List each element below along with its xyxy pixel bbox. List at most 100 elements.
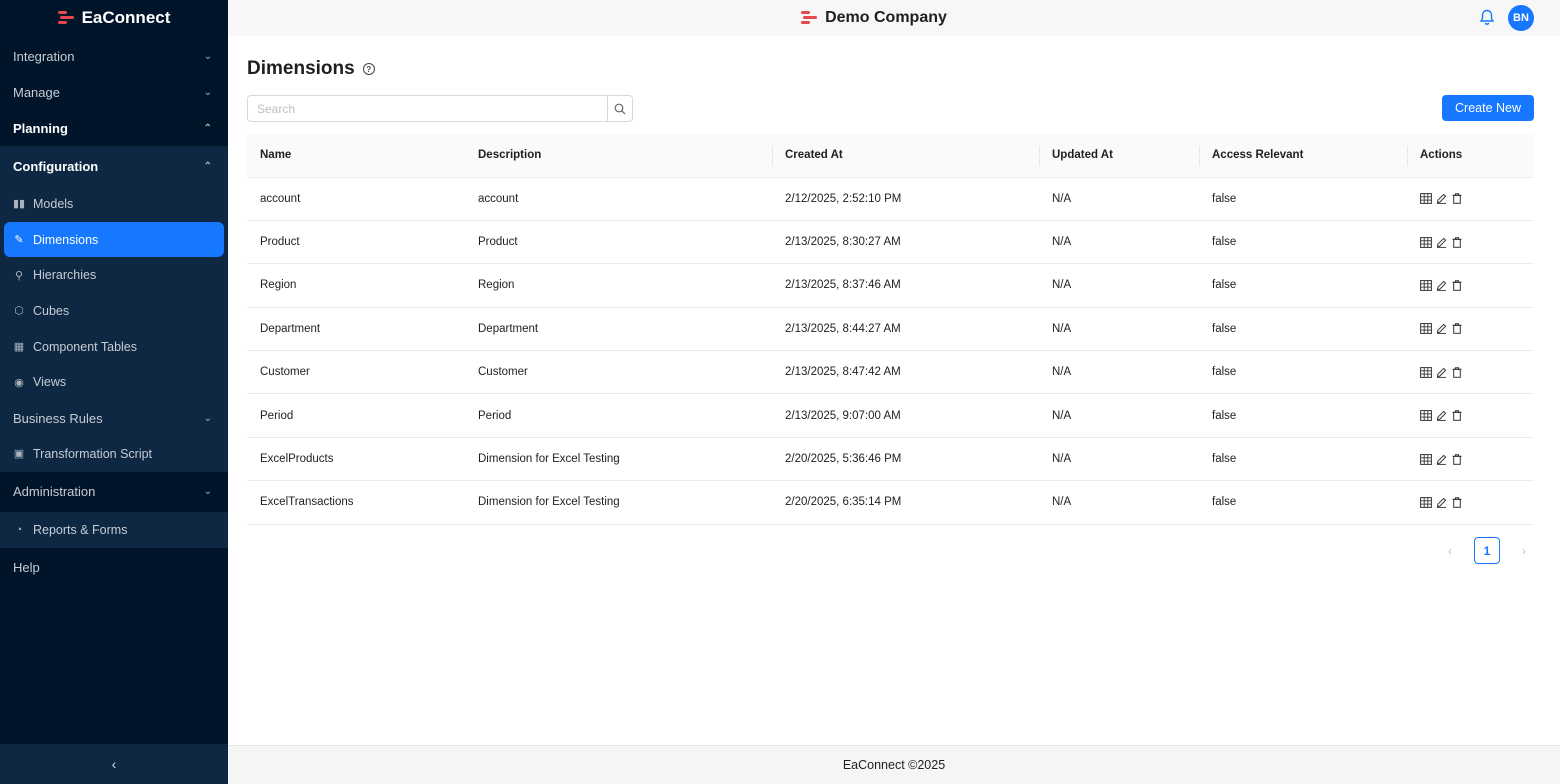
- delete-icon[interactable]: [1452, 367, 1463, 378]
- view-table-icon[interactable]: [1420, 280, 1432, 291]
- view-table-icon[interactable]: [1420, 323, 1432, 335]
- cell-access-relevant: false: [1199, 350, 1407, 395]
- avatar[interactable]: BN: [1508, 5, 1534, 31]
- table-row: Department Department 2/13/2025, 8:44:27 A…: [247, 307, 1534, 352]
- table-row: Customer Customer 2/13/2025, 8:47:42 AM N/A…: [247, 350, 1534, 395]
- view-table-icon[interactable]: [1420, 366, 1432, 378]
- table-row: ExcelTransactions Dimension for Excel Tes…: [247, 480, 1534, 525]
- cell-updated-at: N/A: [1039, 393, 1199, 438]
- menu-business-rules[interactable]: Business Rules ⌄: [0, 400, 228, 436]
- cell-access-relevant: false: [1199, 263, 1407, 308]
- cell-description: Period: [465, 393, 772, 438]
- view-table-icon[interactable]: [1420, 236, 1432, 248]
- edit-icon[interactable]: [1436, 193, 1447, 205]
- menu-configuration[interactable]: Configuration ⌃: [0, 146, 228, 186]
- sidebar-item-views[interactable]: ◉ Views: [0, 364, 228, 400]
- column-header-created-at: Created At: [772, 134, 1039, 178]
- sidebar-item-cubes[interactable]: ⬡ Cubes: [0, 293, 228, 329]
- delete-icon[interactable]: [1452, 323, 1463, 335]
- sidebar-item-dimensions[interactable]: ✎ Dimensions: [4, 221, 224, 258]
- view-table-icon[interactable]: [1420, 497, 1432, 508]
- menu-integration[interactable]: Integration ⌄: [0, 38, 228, 74]
- collapse-sidebar-button[interactable]: ‹: [0, 744, 228, 784]
- cell-access-relevant: false: [1199, 220, 1407, 265]
- view-table-icon[interactable]: [1420, 193, 1432, 205]
- chevron-down-icon: ⌄: [203, 86, 212, 98]
- cell-created-at: 2/20/2025, 6:35:14 PM: [772, 480, 1039, 525]
- table-row: ExcelProducts Dimension for Excel Testing…: [247, 437, 1534, 482]
- bell-icon[interactable]: [1478, 9, 1496, 27]
- sidebar-item-models[interactable]: ▮▮ Models: [0, 186, 228, 222]
- cell-access-relevant: false: [1199, 437, 1407, 482]
- cell-description: Dimension for Excel Testing: [465, 480, 772, 525]
- table-row: Product Product 2/13/2025, 8:30:27 AM N/A fa…: [247, 220, 1534, 265]
- cell-created-at: 2/13/2025, 8:47:42 AM: [772, 350, 1039, 395]
- company-logo-icon: [801, 10, 818, 26]
- edit-icon[interactable]: [1436, 237, 1447, 248]
- delete-icon[interactable]: [1452, 193, 1463, 204]
- delete-icon[interactable]: [1452, 236, 1463, 248]
- cell-description: Region: [465, 263, 772, 308]
- eye-icon: ◉: [14, 376, 24, 389]
- eaconnect-logo-icon: [57, 10, 74, 26]
- menu-administration[interactable]: Administration ⌄: [0, 472, 228, 512]
- next-page-button[interactable]: ›: [1514, 544, 1534, 558]
- cell-name: Department: [247, 307, 465, 352]
- search-button[interactable]: [607, 95, 633, 122]
- prev-page-button[interactable]: ‹: [1440, 544, 1460, 558]
- company-switcher[interactable]: Demo Company: [801, 9, 947, 27]
- create-new-button[interactable]: Create New: [1442, 95, 1534, 121]
- cell-created-at: 2/12/2025, 2:52:10 PM: [772, 177, 1039, 221]
- sidebar-item-label: Dimensions: [33, 232, 99, 247]
- sidebar-item-label: Models: [33, 196, 74, 211]
- cell-description: Department: [465, 307, 772, 352]
- sidebar-menu: Integration ⌄ Manage ⌄ Planning ⌃ Config…: [0, 36, 228, 588]
- table-icon: ▦: [13, 341, 25, 354]
- dimensions-table: Name Description Created At Updated At A…: [247, 134, 1534, 525]
- cell-updated-at: N/A: [1039, 437, 1199, 482]
- brand[interactable]: EaConnect: [0, 0, 228, 36]
- cell-name: ExcelTransactions: [247, 480, 465, 525]
- delete-icon[interactable]: [1452, 453, 1463, 465]
- page-number-current[interactable]: 1: [1474, 537, 1500, 564]
- edit-icon[interactable]: [1436, 410, 1447, 421]
- edit-icon[interactable]: [1436, 367, 1447, 378]
- sidebar-item-hierarchies[interactable]: ⚲ Hierarchies: [0, 257, 228, 293]
- question-circle-icon[interactable]: ?: [362, 63, 375, 75]
- pie-chart-icon: ◔: [15, 523, 23, 536]
- cell-description: Product: [465, 220, 772, 265]
- view-table-icon[interactable]: [1420, 453, 1432, 465]
- table-header-row: Name Description Created At Updated At A…: [247, 134, 1534, 178]
- menu-manage[interactable]: Manage ⌄: [0, 74, 228, 110]
- delete-icon[interactable]: [1452, 410, 1463, 421]
- menu-planning[interactable]: Planning ⌃: [0, 110, 228, 146]
- cell-updated-at: N/A: [1039, 220, 1199, 265]
- delete-icon[interactable]: [1452, 497, 1463, 508]
- column-header-access-relevant: Access Relevant: [1199, 134, 1407, 178]
- cell-updated-at: N/A: [1039, 307, 1199, 352]
- sidebar-item-reports-forms[interactable]: ◔ Reports & Forms: [0, 512, 228, 548]
- menu-configuration-label: Configuration: [13, 158, 99, 174]
- sidebar-item-component-tables[interactable]: ▦ Component Tables: [0, 329, 228, 365]
- edit-icon[interactable]: [1436, 454, 1447, 465]
- footer: EaConnect ©2025: [228, 745, 1560, 784]
- menu-help-label: Help: [13, 560, 40, 575]
- cell-name: Region: [247, 263, 465, 308]
- company-name: Demo Company: [825, 9, 947, 26]
- edit-icon[interactable]: [1436, 323, 1447, 335]
- edit-icon[interactable]: [1436, 280, 1447, 291]
- menu-help[interactable]: Help: [0, 548, 228, 588]
- delete-icon[interactable]: [1452, 280, 1463, 291]
- sidebar-item-transformation-script[interactable]: ▣ Transformation Script: [0, 436, 228, 472]
- cell-updated-at: N/A: [1039, 177, 1199, 221]
- cell-actions: [1407, 307, 1534, 352]
- search-input[interactable]: [247, 95, 607, 122]
- cell-actions: [1407, 437, 1534, 482]
- view-table-icon[interactable]: [1420, 410, 1432, 422]
- models-icon: ▮▮: [13, 198, 26, 211]
- cell-created-at: 2/20/2025, 5:36:46 PM: [772, 437, 1039, 482]
- cell-description: Customer: [465, 350, 772, 395]
- edit-icon[interactable]: [1436, 497, 1447, 508]
- terminal-icon: ▣: [13, 448, 25, 461]
- cell-created-at: 2/13/2025, 8:30:27 AM: [772, 220, 1039, 265]
